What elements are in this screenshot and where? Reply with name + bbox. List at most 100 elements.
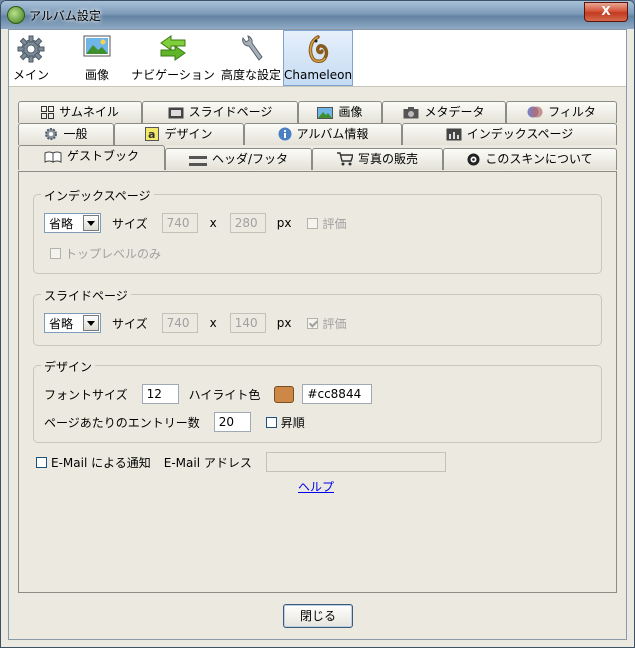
- index-width-field[interactable]: 740: [161, 213, 198, 233]
- design-font-row: フォントサイズ 12 ハイライト色 #cc8844: [44, 384, 373, 404]
- camera-icon: [403, 107, 419, 119]
- tab-general[interactable]: 一般: [18, 123, 114, 145]
- slide-mode-select[interactable]: 省略: [44, 313, 101, 333]
- highlight-color-swatch[interactable]: [274, 385, 295, 403]
- category-toolbar: メイン 画像 ナビゲーション 高度な設定 Chameleon: [9, 30, 626, 87]
- toolbar-image[interactable]: 画像: [75, 30, 119, 86]
- slide-x-label: x: [209, 316, 217, 330]
- slide-mode-value: 省略: [49, 316, 74, 331]
- index-size-label: サイズ: [112, 216, 148, 231]
- highlight-color-field[interactable]: #cc8844: [302, 384, 373, 404]
- index-icon: [446, 128, 462, 141]
- slide-rating-checkbox[interactable]: [307, 317, 319, 329]
- image-icon: [317, 107, 334, 119]
- filter-icon: [527, 106, 543, 118]
- toolbar-chameleon[interactable]: Chameleon: [283, 30, 353, 86]
- tab-index-page[interactable]: インデックスページ: [402, 123, 617, 145]
- index-mode-select[interactable]: 省略: [44, 213, 101, 233]
- album-settings-window: アルバム設定 X メイン 画像 ナビゲーション 高度な設定 Chameleon …: [0, 0, 635, 648]
- tab-filter-label: フィルタ: [548, 105, 596, 119]
- tab-metadata[interactable]: メタデータ: [382, 101, 506, 123]
- tab-guestbook-label: ゲストブック: [66, 149, 139, 163]
- wrench-icon: [242, 35, 263, 61]
- tab-album-info[interactable]: アルバム情報: [244, 123, 402, 145]
- email-notify-option[interactable]: E-Mail による通知: [36, 454, 151, 471]
- ascending-label: 昇順: [280, 415, 305, 430]
- index-page-group: インデックスページ 省略 サイズ 740 x 280 px 評価 トップレベルの…: [33, 187, 602, 274]
- font-size-label: フォントサイズ: [44, 387, 128, 402]
- info-icon: [278, 127, 292, 141]
- slide-size-row: 省略 サイズ 740 x 140 px 評価: [44, 313, 346, 333]
- chevron-down-icon[interactable]: [83, 315, 99, 331]
- index-px-label: px: [276, 216, 292, 230]
- tab-slide-page[interactable]: スライドページ: [142, 101, 298, 123]
- ascending-checkbox[interactable]: [265, 416, 277, 428]
- index-rating-checkbox[interactable]: [307, 217, 319, 229]
- tab-design[interactable]: a デザイン: [114, 123, 244, 145]
- font-a-icon: a: [145, 127, 160, 141]
- index-page-group-title: インデックスページ: [41, 187, 154, 204]
- grid-icon: [41, 106, 55, 119]
- image-icon: [83, 35, 111, 57]
- slide-size-label: サイズ: [112, 316, 148, 331]
- tab-filter[interactable]: フィルタ: [506, 101, 617, 123]
- index-x-label: x: [209, 216, 217, 230]
- tab-photo-sales[interactable]: 写真の販売: [312, 148, 443, 170]
- arrows-icon: [160, 35, 186, 61]
- highlight-color-label: ハイライト色: [188, 387, 261, 402]
- toolbar-advanced[interactable]: 高度な設定: [218, 30, 284, 86]
- index-mode-value: 省略: [49, 216, 74, 231]
- tab-header-footer-label: ヘッダ/フッタ: [211, 152, 289, 166]
- tab-album-info-label: アルバム情報: [296, 127, 369, 141]
- index-height-field[interactable]: 280: [229, 213, 266, 233]
- toolbar-navigation[interactable]: ナビゲーション: [130, 30, 216, 86]
- tab-general-label: 一般: [63, 127, 88, 141]
- tab-image[interactable]: 画像: [298, 101, 382, 123]
- tab-guestbook[interactable]: ゲストブック: [18, 145, 165, 170]
- tab-row-2: 一般 a デザイン アルバム情報 インデックスページ: [18, 123, 617, 145]
- ascending-option[interactable]: 昇順: [265, 414, 305, 431]
- email-row: E-Mail による通知 E-Mail アドレス: [36, 452, 446, 472]
- toolbar-advanced-label: 高度な設定: [220, 68, 281, 82]
- tab-row-3: ゲストブック ヘッダ/フッタ 写真の販売 このスキンについて: [18, 145, 617, 170]
- index-size-row: 省略 サイズ 740 x 280 px 評価: [44, 213, 346, 233]
- slide-height-field[interactable]: 140: [229, 313, 266, 333]
- entries-per-page-field[interactable]: 20: [213, 412, 251, 432]
- close-button[interactable]: 閉じる: [283, 604, 353, 628]
- toolbar-image-label: 画像: [84, 68, 109, 82]
- tab-slide-page-label: スライドページ: [188, 105, 273, 119]
- index-toplevel-option[interactable]: トップレベルのみ: [50, 245, 161, 262]
- tab-about-skin-label: このスキンについて: [485, 152, 593, 166]
- window-close-button[interactable]: X: [584, 2, 628, 22]
- slide-rating-option[interactable]: 評価: [307, 315, 346, 332]
- help-link[interactable]: ヘルプ: [298, 478, 334, 495]
- tab-index-page-label: インデックスページ: [466, 127, 574, 141]
- chameleon-icon: [308, 35, 329, 63]
- index-rating-label: 評価: [322, 216, 347, 231]
- slide-rating-label: 評価: [322, 316, 347, 331]
- font-size-field[interactable]: 12: [141, 384, 179, 404]
- gear-icon: [45, 128, 58, 140]
- toolbar-main[interactable]: メイン: [11, 30, 51, 86]
- about-icon: [467, 153, 480, 166]
- tab-header-footer[interactable]: ヘッダ/フッタ: [165, 148, 312, 170]
- tab-row-1: サムネイル スライドページ 画像 メタデータ フィルタ: [18, 101, 617, 123]
- slide-px-label: px: [276, 316, 292, 330]
- app-icon: [7, 6, 25, 24]
- toolbar-chameleon-label: Chameleon: [284, 68, 353, 82]
- title-bar[interactable]: アルバム設定 X: [1, 1, 634, 29]
- index-toplevel-checkbox[interactable]: [50, 248, 61, 259]
- email-notify-checkbox[interactable]: [36, 456, 47, 468]
- design-group: デザイン フォントサイズ 12 ハイライト色 #cc8844 ページあたりのエン…: [33, 358, 602, 443]
- guestbook-tab-panel: インデックスページ 省略 サイズ 740 x 280 px 評価 トップレベルの…: [18, 171, 617, 593]
- tab-about-skin[interactable]: このスキンについて: [443, 148, 617, 170]
- chevron-down-icon[interactable]: [83, 215, 99, 231]
- tab-image-label: 画像: [338, 105, 363, 119]
- email-address-field[interactable]: [265, 452, 446, 472]
- slide-page-group-title: スライドページ: [41, 287, 131, 304]
- index-rating-option[interactable]: 評価: [307, 215, 346, 232]
- slide-page-group: スライドページ 省略 サイズ 740 x 140 px 評価: [33, 287, 602, 346]
- slide-width-field[interactable]: 740: [161, 313, 198, 333]
- gear-icon: [17, 35, 45, 63]
- tab-thumbnail[interactable]: サムネイル: [18, 101, 142, 123]
